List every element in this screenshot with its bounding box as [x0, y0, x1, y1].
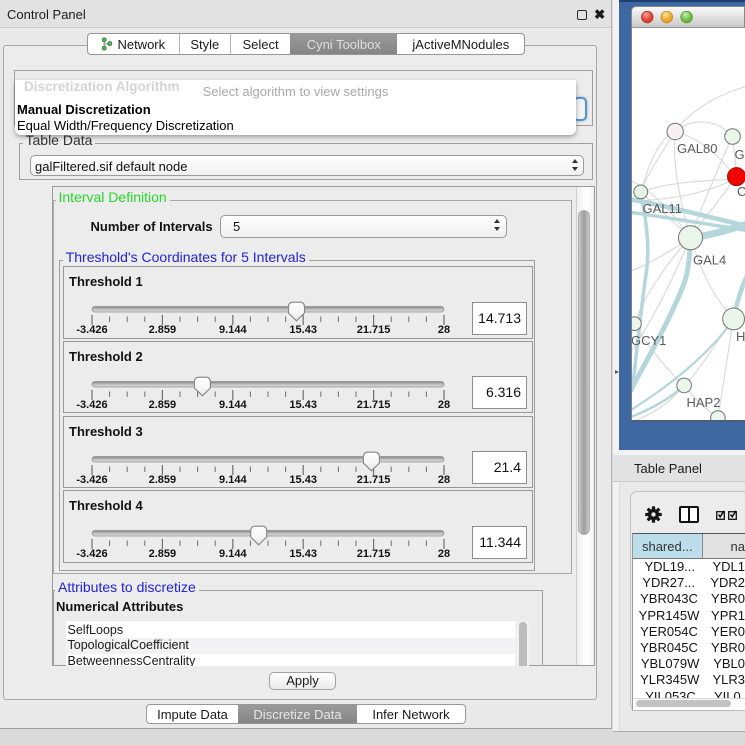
svg-text:21.715: 21.715	[357, 324, 391, 336]
svg-text:28: 28	[438, 399, 450, 411]
svg-text:28: 28	[438, 473, 450, 485]
svg-text:15.43: 15.43	[289, 548, 317, 560]
svg-text:15.43: 15.43	[289, 399, 317, 411]
svg-text:9.144: 9.144	[219, 548, 247, 560]
svg-text:15.43: 15.43	[289, 324, 317, 336]
svg-text:2.859: 2.859	[149, 473, 177, 485]
svg-text:-3.426: -3.426	[76, 548, 107, 560]
svg-text:GAL4: GAL4	[693, 253, 726, 268]
svg-text:9.144: 9.144	[219, 473, 247, 485]
svg-text:9.144: 9.144	[219, 324, 247, 336]
svg-text:21.715: 21.715	[357, 473, 391, 485]
svg-text:21.715: 21.715	[357, 548, 391, 560]
svg-text:9.144: 9.144	[219, 399, 247, 411]
svg-text:GCY1: GCY1	[632, 333, 666, 348]
svg-text:GAL11: GAL11	[643, 201, 683, 216]
svg-text:2.859: 2.859	[149, 399, 177, 411]
svg-text:-3.426: -3.426	[76, 473, 107, 485]
svg-text:28: 28	[438, 324, 450, 336]
svg-text:H: H	[736, 329, 745, 344]
svg-text:C: C	[737, 184, 745, 199]
svg-text:-3.426: -3.426	[76, 324, 107, 336]
svg-text:HAP2: HAP2	[687, 395, 721, 410]
svg-text:GAL80: GAL80	[677, 141, 717, 156]
svg-text:GA: GA	[735, 147, 745, 162]
svg-text:21.715: 21.715	[357, 399, 391, 411]
svg-text:2.859: 2.859	[149, 324, 177, 336]
svg-text:28: 28	[438, 548, 450, 560]
svg-text:-3.426: -3.426	[76, 399, 107, 411]
svg-text:2.859: 2.859	[149, 548, 177, 560]
svg-text:15.43: 15.43	[289, 473, 317, 485]
